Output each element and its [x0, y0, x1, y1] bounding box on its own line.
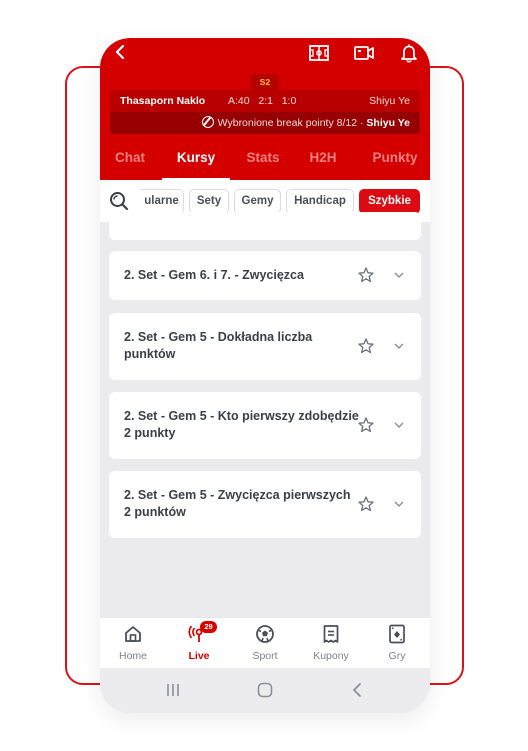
set-badge: S2 [251, 74, 279, 90]
system-back-icon [353, 683, 361, 697]
system-home-button[interactable] [255, 680, 275, 700]
favorite-star-icon[interactable] [357, 416, 375, 434]
nav-kupony[interactable]: Kupony [298, 618, 364, 668]
tab-punkty[interactable]: Punkty [364, 140, 426, 180]
player1-name: Thasaporn Naklo [120, 95, 206, 107]
stat-player: Shiyu Ye [366, 117, 410, 129]
top-bar [100, 38, 430, 70]
market-title: 2. Set - Gem 5 - Dokładna liczba punktów [124, 330, 313, 361]
recent-apps-button[interactable] [163, 680, 183, 700]
home-icon [125, 626, 141, 642]
nav-label: Live [188, 650, 210, 662]
field-view-button[interactable] [308, 43, 330, 63]
market-title: 2. Set - Gem 5 - Kto pierwszy zdobędzie … [124, 409, 359, 440]
phone-screen: S2 Thasaporn Naklo A:40 2:1 1:0 Shiyu Ye… [100, 38, 430, 713]
tab-stats[interactable]: Stats [236, 140, 290, 180]
filter-chip-szybkie[interactable]: Szybkie [359, 189, 420, 214]
tab-kursy[interactable]: Kursy [162, 140, 230, 180]
nav-home[interactable]: Home [100, 618, 166, 668]
market-card[interactable]: 2. Set - Gem 5 - Zwycięzca pierwszych 2 … [109, 471, 421, 538]
market-title: 2. Set - Gem 5 - Zwycięzca pierwszych 2 … [124, 488, 351, 519]
score: A:40 2:1 1:0 [228, 95, 297, 107]
match-header: S2 Thasaporn Naklo A:40 2:1 1:0 Shiyu Ye… [100, 38, 430, 180]
back-button[interactable] [114, 42, 134, 64]
nav-live[interactable]: 29 Live [166, 618, 232, 668]
markets-list: 2. Set - Gem 6. i 7. - Zwycięzca 2. Set … [100, 212, 430, 618]
nav-label: Sport [252, 650, 278, 662]
pitch-icon [309, 45, 329, 61]
scoreboard[interactable]: Thasaporn Naklo A:40 2:1 1:0 Shiyu Ye [110, 90, 420, 112]
search-icon [110, 192, 129, 211]
receipt-icon [323, 625, 339, 643]
system-navigation-bar [100, 668, 430, 713]
filter-chip-handicap[interactable]: Handicap [286, 189, 354, 214]
filter-chip-popularne[interactable]: ularne [140, 189, 184, 214]
system-back-button[interactable] [348, 680, 368, 700]
nav-gry[interactable]: Gry [364, 618, 430, 668]
favorite-star-icon[interactable] [357, 266, 375, 284]
market-card[interactable]: 2. Set - Gem 5 - Kto pierwszy zdobędzie … [109, 392, 421, 459]
match-stat-ticker: Wybronione break pointy 8/12 · Shiyu Ye [110, 112, 420, 134]
market-card[interactable]: 2. Set - Gem 5 - Dokładna liczba punktów [109, 313, 421, 380]
video-button[interactable] [353, 43, 375, 63]
nav-label: Gry [388, 650, 406, 662]
player2-name: Shiyu Ye [369, 95, 410, 107]
tab-chat[interactable]: Chat [104, 140, 156, 180]
chevron-down-icon[interactable] [393, 340, 405, 352]
market-card[interactable]: 2. Set - Gem 6. i 7. - Zwycięzca [109, 251, 421, 300]
notifications-button[interactable] [398, 43, 420, 63]
market-title: 2. Set - Gem 6. i 7. - Zwycięzca [124, 268, 304, 282]
video-icon [354, 46, 374, 60]
stat-text: Wybronione break pointy 8/12 · [217, 117, 367, 129]
filter-chip-sety[interactable]: Sety [189, 189, 229, 214]
nav-label: Home [118, 650, 147, 662]
system-home-icon [257, 682, 273, 698]
bottom-navigation: Home 29 Live Sport Kupony Gry [100, 618, 430, 668]
live-count-badge: 29 [200, 621, 217, 633]
nav-sport[interactable]: Sport [232, 618, 298, 668]
recent-apps-icon [167, 684, 179, 696]
bell-icon [401, 44, 417, 63]
favorite-star-icon[interactable] [357, 495, 375, 513]
market-card-partial[interactable] [109, 212, 421, 240]
filter-chip-gemy[interactable]: Gemy [234, 189, 281, 214]
tennis-ball-icon [201, 116, 214, 128]
chevron-down-icon[interactable] [393, 419, 405, 431]
cards-icon [389, 624, 405, 644]
favorite-star-icon[interactable] [357, 337, 375, 355]
nav-label: Kupony [313, 650, 349, 662]
tab-h2h[interactable]: H2H [298, 140, 348, 180]
search-button[interactable] [108, 190, 130, 212]
chevron-down-icon[interactable] [393, 498, 405, 510]
back-icon [115, 44, 125, 60]
soccer-ball-icon [256, 625, 274, 643]
chevron-down-icon[interactable] [393, 269, 405, 281]
tab-bar: Chat Kursy Stats H2H Punkty [100, 140, 430, 180]
